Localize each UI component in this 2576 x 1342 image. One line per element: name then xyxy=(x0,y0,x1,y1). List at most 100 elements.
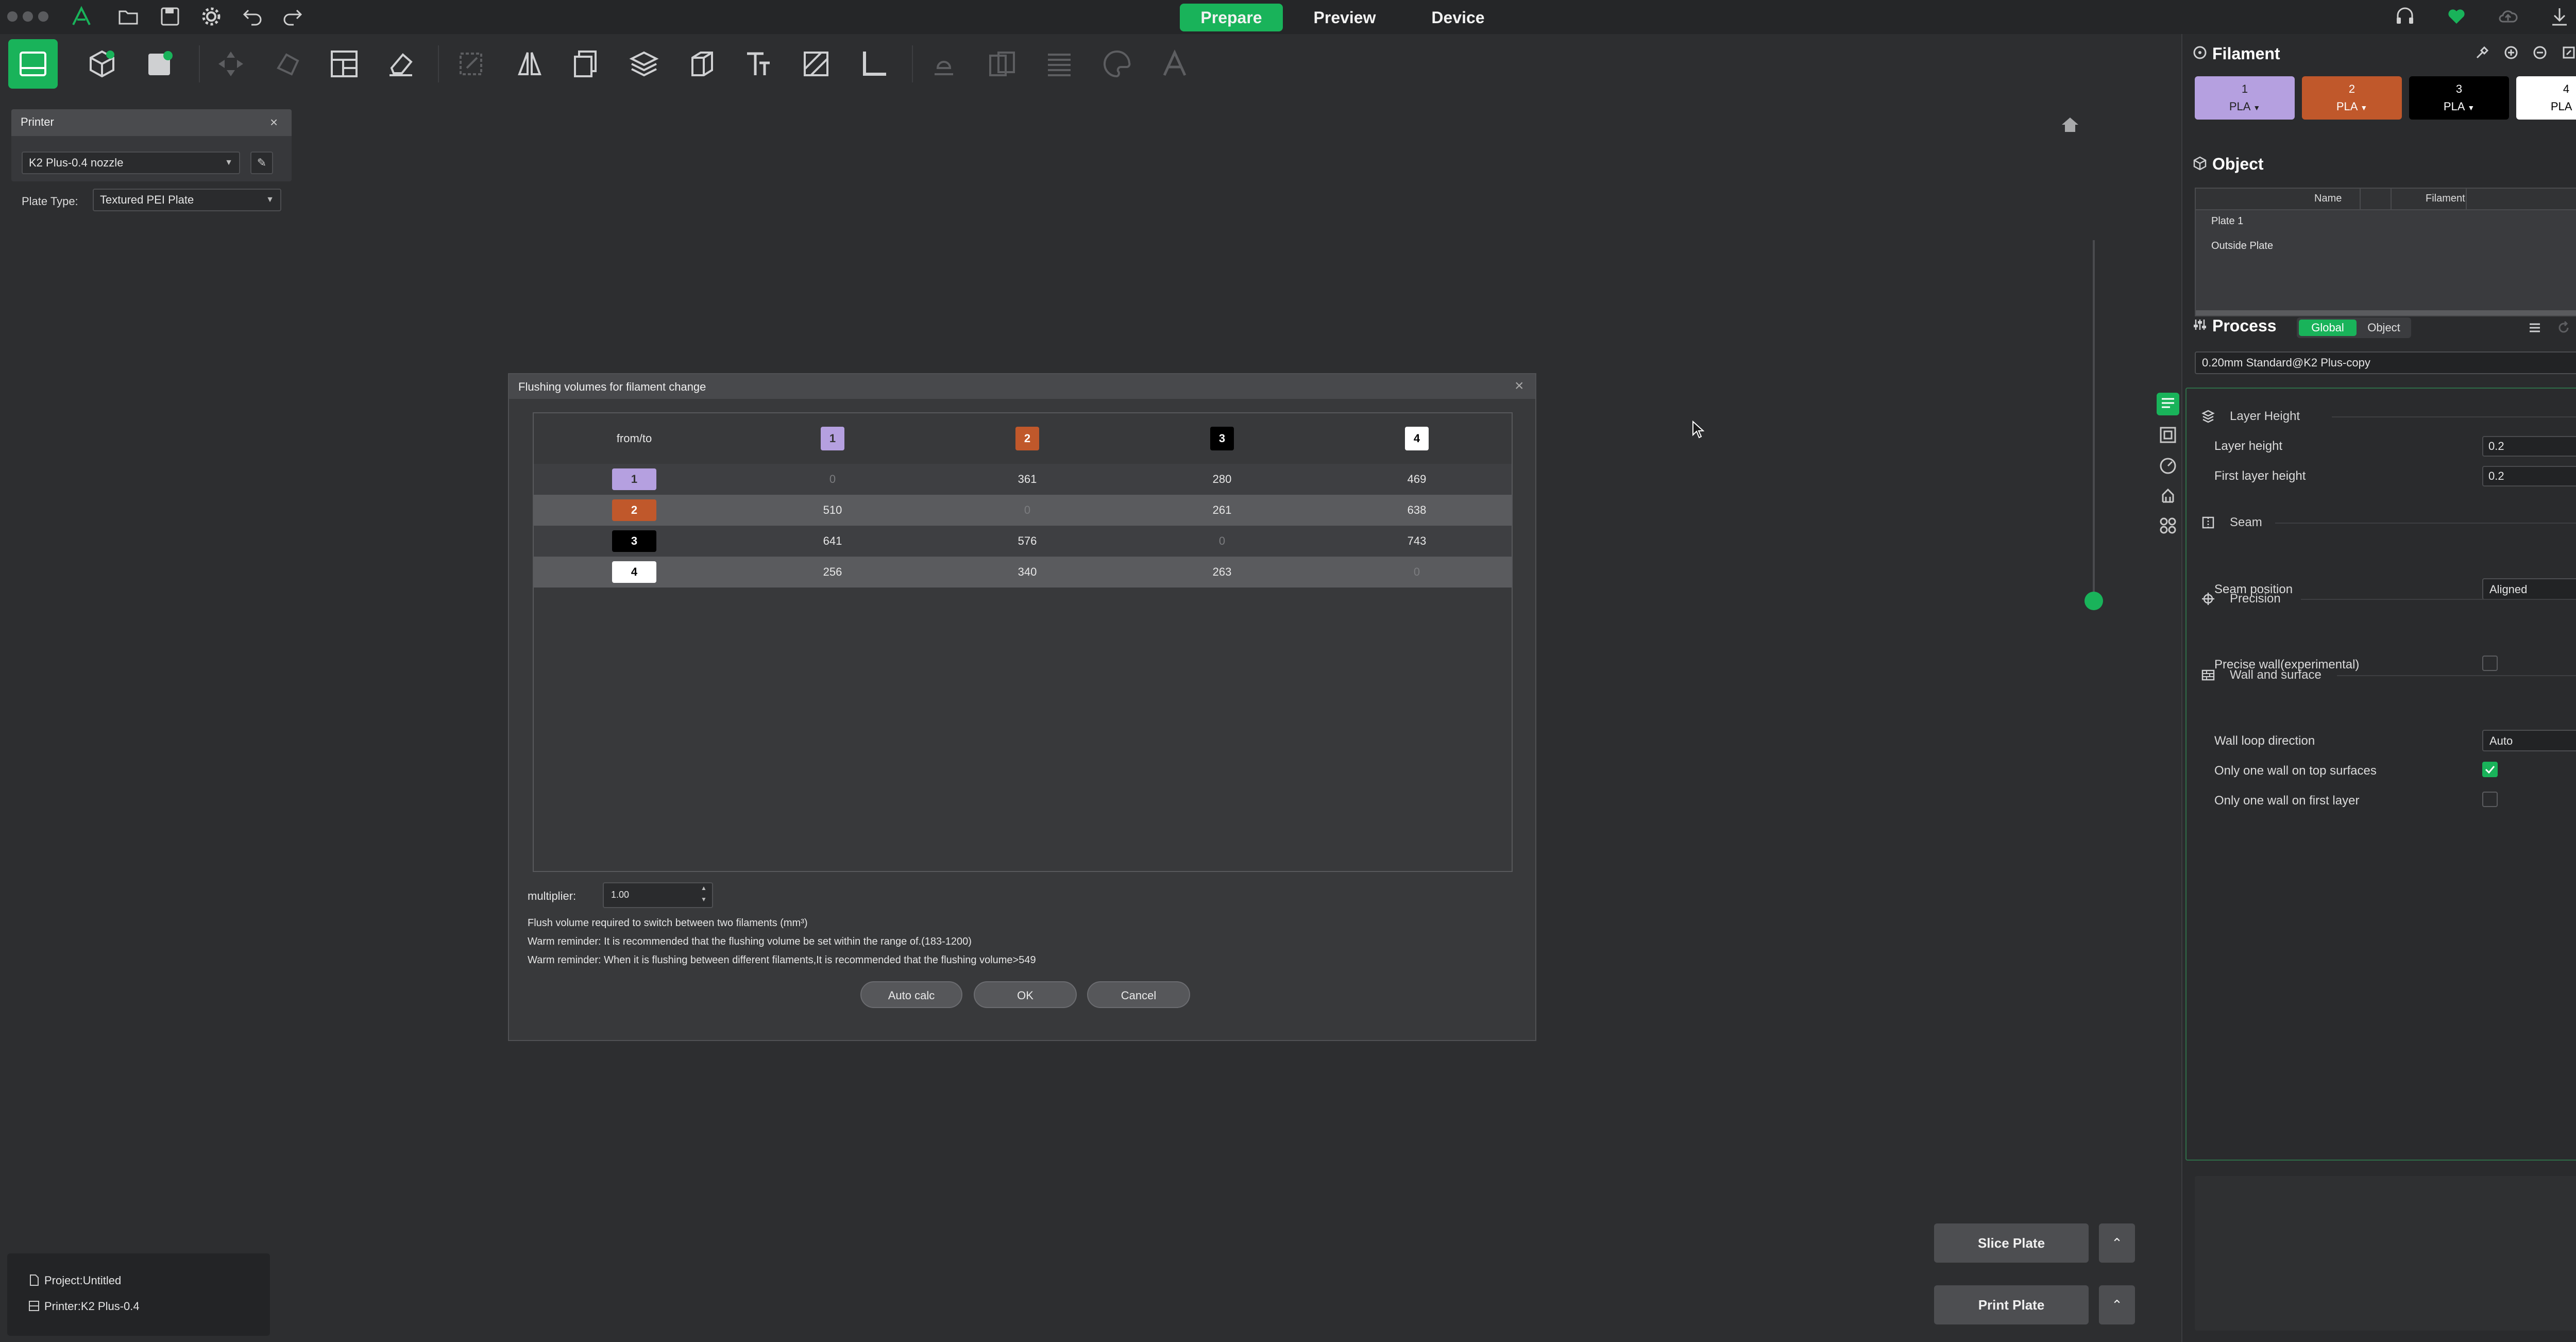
headset-support-icon[interactable] xyxy=(2394,5,2416,28)
flush-value-cell[interactable]: 256 xyxy=(781,557,884,588)
brush-icon[interactable] xyxy=(2475,45,2489,60)
remove-filament-icon[interactable] xyxy=(2533,45,2547,60)
save-icon[interactable] xyxy=(159,5,181,28)
process-preset-select[interactable]: 0.20mm Standard@K2 Plus-copy ▼ xyxy=(2195,351,2576,374)
sidebar-tab-speed[interactable] xyxy=(2157,455,2179,477)
tab-prepare[interactable]: Prepare xyxy=(1180,4,1283,31)
flush-value-cell[interactable]: 361 xyxy=(976,464,1079,495)
flush-value-cell[interactable]: 638 xyxy=(1365,495,1468,526)
edit-printer-button[interactable]: ✎ xyxy=(250,152,273,174)
toggle-global[interactable]: Global xyxy=(2299,320,2357,336)
mirror-button[interactable] xyxy=(505,39,554,89)
flush-value-cell[interactable]: 510 xyxy=(781,495,884,526)
edit-filament-icon[interactable] xyxy=(2562,45,2576,60)
chevron-down-icon: ▼ xyxy=(266,195,274,204)
multiplier-spinbox[interactable]: 1.00 ▲ ▼ xyxy=(603,882,713,908)
flush-value-cell[interactable]: 576 xyxy=(976,526,1079,557)
layer-slider-handle[interactable] xyxy=(2084,592,2103,610)
layer-height-input[interactable]: 0.2 mm xyxy=(2482,436,2576,457)
precise-wall-checkbox[interactable] xyxy=(2482,656,2498,671)
first-layer-height-input[interactable]: 0.2 mm xyxy=(2482,466,2576,487)
arrange-button[interactable] xyxy=(319,39,369,89)
auto-orient-button[interactable] xyxy=(206,39,256,89)
close-icon[interactable]: × xyxy=(270,114,278,130)
split-button[interactable] xyxy=(977,39,1026,89)
filament-slot-4[interactable]: 4 PLA ▼ xyxy=(2516,76,2576,120)
flush-value-cell[interactable]: 0 xyxy=(1365,557,1468,588)
filament-swatch: 4 xyxy=(612,561,656,583)
ok-button[interactable]: OK xyxy=(974,981,1077,1008)
add-object-button[interactable] xyxy=(77,39,127,89)
flush-value-cell[interactable]: 280 xyxy=(1171,464,1274,495)
add-plate-button[interactable] xyxy=(135,39,184,89)
object-row-outside-plate[interactable]: Outside Plate xyxy=(2211,240,2273,252)
horizontal-scrollbar[interactable] xyxy=(2196,310,2576,315)
lay-on-face-button[interactable] xyxy=(263,39,312,89)
sidebar-tab-others[interactable] xyxy=(2157,514,2179,537)
sidebar-tab-strength[interactable] xyxy=(2157,424,2179,446)
cancel-button[interactable]: Cancel xyxy=(1087,981,1190,1008)
text-button[interactable] xyxy=(734,39,783,89)
cut-button[interactable] xyxy=(677,39,726,89)
flush-value-cell[interactable]: 261 xyxy=(1171,495,1274,526)
add-filament-icon[interactable] xyxy=(2504,45,2518,60)
toggle-object[interactable]: Object xyxy=(2359,320,2409,336)
sidebar-tab-support[interactable] xyxy=(2157,484,2179,507)
printer-select[interactable]: K2 Plus-0.4 nozzle ▼ xyxy=(22,152,240,174)
auto-calc-button[interactable]: Auto calc xyxy=(860,981,962,1008)
window-minimize-button[interactable] xyxy=(23,11,33,22)
object-row-plate-1[interactable]: Plate 1 xyxy=(2211,215,2243,227)
slice-options-button[interactable]: ⌃ xyxy=(2099,1223,2135,1263)
flush-value-cell[interactable]: 0 xyxy=(976,495,1079,526)
print-plate-button[interactable]: Print Plate xyxy=(1934,1285,2089,1324)
layer-slider-track[interactable] xyxy=(2093,240,2095,601)
advanced-settings-icon[interactable] xyxy=(2528,321,2542,335)
undo-icon[interactable] xyxy=(241,5,264,28)
layers-button[interactable] xyxy=(619,39,669,89)
erase-button[interactable] xyxy=(376,39,426,89)
window-close-button[interactable] xyxy=(7,11,18,22)
redo-icon[interactable] xyxy=(281,5,304,28)
spin-up-icon[interactable]: ▲ xyxy=(701,884,707,892)
scale-button[interactable] xyxy=(446,39,496,89)
flush-value-cell[interactable]: 641 xyxy=(781,526,884,557)
tab-device[interactable]: Device xyxy=(1412,4,1504,31)
flush-value-cell[interactable]: 0 xyxy=(781,464,884,495)
wall-loop-direction-select[interactable]: Auto ▼ xyxy=(2482,730,2576,751)
slice-plate-button[interactable]: Slice Plate xyxy=(1934,1223,2089,1263)
seam-paint-button[interactable] xyxy=(919,39,969,89)
support-paint-button[interactable] xyxy=(791,39,841,89)
window-zoom-button[interactable] xyxy=(38,11,48,22)
emboss-text-button[interactable] xyxy=(1150,39,1199,89)
home-view-icon[interactable] xyxy=(2060,114,2080,135)
measure-button[interactable] xyxy=(849,39,899,89)
flush-value-cell[interactable]: 340 xyxy=(976,557,1079,588)
filament-slot-3[interactable]: 3 PLA ▼ xyxy=(2409,76,2509,120)
flush-value-cell[interactable]: 263 xyxy=(1171,557,1274,588)
one-wall-first-layer-checkbox[interactable] xyxy=(2482,792,2498,807)
sidebar-tab-quality[interactable] xyxy=(2157,393,2179,415)
plate-type-select[interactable]: Textured PEI Plate ▼ xyxy=(93,189,281,211)
flush-value-cell[interactable]: 743 xyxy=(1365,526,1468,557)
close-icon[interactable]: × xyxy=(1515,377,1524,395)
tab-preview[interactable]: Preview xyxy=(1298,4,1391,31)
cloud-upload-icon[interactable] xyxy=(2497,5,2519,28)
filament-slot-1[interactable]: 1 PLA ▼ xyxy=(2195,76,2295,120)
settings-gear-icon[interactable] xyxy=(200,5,223,28)
plate-view-button[interactable] xyxy=(8,39,58,89)
one-wall-top-checkbox[interactable] xyxy=(2482,762,2498,777)
reset-icon[interactable] xyxy=(2556,321,2571,335)
copy-button[interactable] xyxy=(562,39,611,89)
open-folder-icon[interactable] xyxy=(117,5,140,28)
filament-slot-2[interactable]: 2 PLA ▼ xyxy=(2302,76,2402,120)
flush-value-cell[interactable]: 469 xyxy=(1365,464,1468,495)
support-paint-icon xyxy=(804,52,828,76)
heart-icon[interactable] xyxy=(2445,5,2468,28)
flush-value-cell[interactable]: 0 xyxy=(1171,526,1274,557)
color-paint-button[interactable] xyxy=(1092,39,1142,89)
spin-down-icon[interactable]: ▼ xyxy=(701,896,707,903)
seam-position-select[interactable]: Aligned ▼ xyxy=(2482,578,2576,600)
variable-layer-button[interactable] xyxy=(1035,39,1084,89)
print-options-button[interactable]: ⌃ xyxy=(2099,1285,2135,1324)
download-icon[interactable] xyxy=(2548,5,2571,28)
